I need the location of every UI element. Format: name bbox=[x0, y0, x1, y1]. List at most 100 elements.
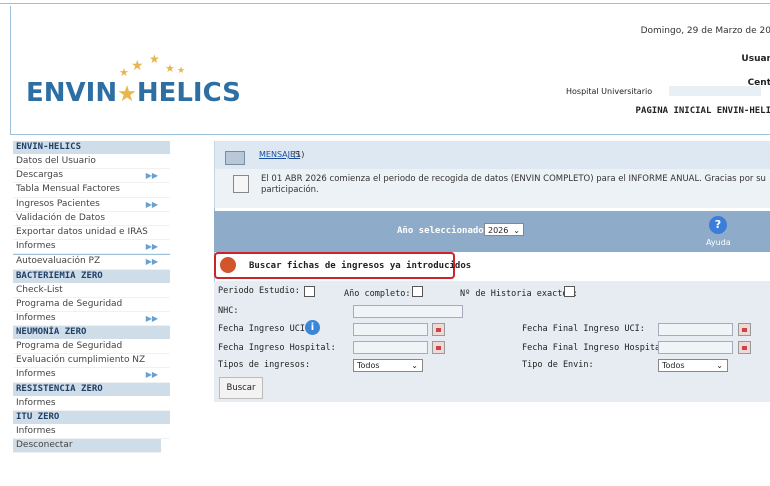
search-section-title: Buscar fichas de ingresos ya introducido… bbox=[214, 252, 471, 279]
search-person-icon bbox=[220, 257, 236, 273]
sidebar-section-title: RESISTENCIA ZERO bbox=[13, 382, 170, 397]
document-icon bbox=[233, 175, 249, 193]
sidebar-item-label: Validación de Datos bbox=[16, 212, 106, 223]
historia-checkbox[interactable] bbox=[564, 286, 575, 297]
header-user: Usuar bbox=[741, 54, 770, 64]
chevron-down-icon: ⌄ bbox=[716, 361, 723, 370]
sidebar-section-title: NEUMONÍA ZERO bbox=[13, 326, 170, 341]
sidebar-item-label: Programa de Seguridad bbox=[16, 298, 123, 309]
sidebar-item[interactable]: Informes bbox=[13, 425, 170, 439]
submenu-arrow-icon: ▶▶ bbox=[145, 242, 158, 252]
sidebar-item[interactable]: Exportar datos unidad e IRAS bbox=[13, 226, 170, 241]
logo-star-icon: ★ bbox=[117, 82, 137, 107]
buscar-button[interactable]: Buscar bbox=[219, 377, 263, 399]
sidebar-section-title: ENVIN-HELICS bbox=[13, 141, 170, 155]
envelope-icon bbox=[225, 151, 245, 165]
sidebar-item[interactable]: Ingresos Pacientes ▶▶ bbox=[13, 198, 170, 212]
sidebar-item-label: Informes bbox=[16, 397, 56, 408]
anio-completo-label: Año completo: bbox=[344, 289, 411, 299]
year-select[interactable]: 2026 ⌄ bbox=[484, 223, 524, 236]
messages-count: (1) bbox=[293, 150, 305, 159]
message-text: El 01 ABR 2026 comienza el periodo de re… bbox=[261, 174, 766, 195]
chevron-down-icon: ⌄ bbox=[411, 361, 418, 370]
sidebar-item[interactable]: Programa de Seguridad bbox=[13, 340, 170, 355]
sidebar-item-label: Evaluación cumplimiento NZ bbox=[16, 355, 146, 366]
sidebar-section-title: ITU ZERO bbox=[13, 410, 170, 425]
sidebar-item[interactable]: Evaluación cumplimiento NZ bbox=[13, 354, 170, 369]
sidebar-item-label: Exportar datos unidad e IRAS bbox=[16, 226, 148, 237]
chevron-down-icon: ⌄ bbox=[513, 226, 520, 235]
logo-word-helics: HELICS bbox=[136, 78, 241, 108]
periodo-checkbox[interactable] bbox=[304, 286, 315, 297]
sidebar-item[interactable]: Informes bbox=[13, 397, 170, 411]
fecha-final-hosp-input[interactable] bbox=[658, 341, 733, 354]
periodo-label: Periodo Estudio: bbox=[218, 286, 300, 296]
header-hospital-name-box bbox=[669, 86, 761, 96]
header-divider bbox=[10, 134, 770, 135]
anio-completo-checkbox[interactable] bbox=[412, 286, 423, 297]
fecha-hosp-input[interactable] bbox=[353, 341, 428, 354]
tipo-envin-label: Tipo de Envin: bbox=[522, 360, 594, 370]
tipo-envin-value: Todos bbox=[662, 361, 685, 370]
logo-word-envin: ENVIN bbox=[26, 78, 118, 108]
fecha-uci-input[interactable] bbox=[353, 323, 428, 336]
messages-header: MENSAJES (1) bbox=[215, 141, 770, 169]
fecha-uci-label: Fecha Ingreso UCI: bbox=[218, 324, 311, 334]
fecha-final-uci-input[interactable] bbox=[658, 323, 733, 336]
calendar-icon[interactable] bbox=[432, 341, 445, 354]
info-icon[interactable]: i bbox=[305, 320, 320, 335]
sidebar-item-label: Informes bbox=[16, 369, 56, 380]
sidebar-item-label: Informes bbox=[16, 312, 56, 323]
sidebar-item[interactable]: Tabla Mensual Factores bbox=[13, 183, 170, 198]
sidebar-item-label: Check-List bbox=[16, 284, 63, 295]
submenu-arrow-icon: ▶▶ bbox=[145, 313, 158, 323]
sidebar-item[interactable]: Informes ▶▶ bbox=[13, 312, 170, 327]
sidebar-section-title: BACTERIEMIA ZERO bbox=[13, 269, 170, 284]
fecha-hosp-label: Fecha Ingreso Hospital: bbox=[218, 343, 336, 353]
logo[interactable]: ENVIN★HELICS bbox=[26, 78, 241, 108]
search-form: Periodo Estudio: Año completo: Nº de His… bbox=[214, 281, 770, 402]
tipos-ingresos-select[interactable]: Todos ⌄ bbox=[353, 359, 423, 372]
year-select-value: 2026 bbox=[488, 226, 509, 235]
sidebar-item[interactable]: Validación de Datos bbox=[13, 212, 170, 226]
search-title-text: Buscar fichas de ingresos ya introducido… bbox=[249, 261, 472, 271]
sidebar-item-label: Informes bbox=[16, 241, 56, 252]
sidebar-item[interactable]: Datos del Usuario bbox=[13, 155, 170, 170]
nhc-input[interactable] bbox=[353, 305, 463, 318]
page-title: PAGINA INICIAL ENVIN-HELI bbox=[635, 106, 770, 116]
sidebar-item[interactable]: Programa de Seguridad bbox=[13, 298, 170, 312]
header-hospital: Hospital Universitario bbox=[566, 87, 653, 96]
calendar-icon[interactable] bbox=[738, 341, 751, 354]
sidebar-item-label: Descargas bbox=[16, 170, 64, 181]
tipos-ingresos-label: Tipos de ingresos: bbox=[218, 360, 311, 370]
sidebar-item[interactable]: Check-List bbox=[13, 284, 170, 298]
sidebar-item-label: Informes bbox=[16, 425, 56, 436]
help-label[interactable]: Ayuda bbox=[706, 238, 731, 247]
sidebar-item-label: Autoevaluación PZ bbox=[16, 256, 101, 267]
nhc-label: NHC: bbox=[218, 306, 239, 316]
sidebar-item[interactable]: Informes ▶▶ bbox=[13, 240, 170, 255]
sidebar-item[interactable]: Informes ▶▶ bbox=[13, 368, 170, 383]
sidebar-item-label: Ingresos Pacientes bbox=[16, 198, 100, 209]
sidebar-item[interactable]: Descargas ▶▶ bbox=[13, 169, 170, 184]
header-date: Domingo, 29 de Marzo de 20 bbox=[640, 26, 770, 36]
tipos-ingresos-value: Todos bbox=[357, 361, 380, 370]
year-bar: Año seleccionado: 2026 ⌄ ? Ayuda bbox=[214, 211, 770, 252]
messages-panel: MENSAJES (1) El 01 ABR 2026 comienza el … bbox=[214, 141, 770, 208]
submenu-arrow-icon: ▶▶ bbox=[145, 199, 158, 209]
sidebar: ENVIN-HELICS Datos del Usuario Descargas ▶▶… bbox=[13, 141, 170, 454]
sidebar-item-label: Tabla Mensual Factores bbox=[16, 184, 120, 195]
calendar-icon[interactable] bbox=[738, 323, 751, 336]
submenu-arrow-icon: ▶▶ bbox=[145, 257, 158, 267]
help-icon[interactable]: ? bbox=[709, 216, 727, 234]
top-border bbox=[0, 3, 770, 4]
submenu-arrow-icon: ▶▶ bbox=[145, 370, 158, 380]
submenu-arrow-icon: ▶▶ bbox=[145, 171, 158, 181]
fecha-final-hosp-label: Fecha Final Ingreso Hospital: bbox=[522, 343, 671, 353]
disconnect-link[interactable]: Desconectar bbox=[13, 439, 161, 454]
page-header: ★ ★ ★ ★ ★ ENVIN★HELICS Domingo, 29 de Ma… bbox=[10, 6, 770, 134]
tipo-envin-select[interactable]: Todos ⌄ bbox=[658, 359, 728, 372]
calendar-icon[interactable] bbox=[432, 323, 445, 336]
sidebar-item-label: Datos del Usuario bbox=[16, 156, 96, 166]
sidebar-item[interactable]: Autoevaluación PZ ▶▶ bbox=[13, 254, 170, 270]
